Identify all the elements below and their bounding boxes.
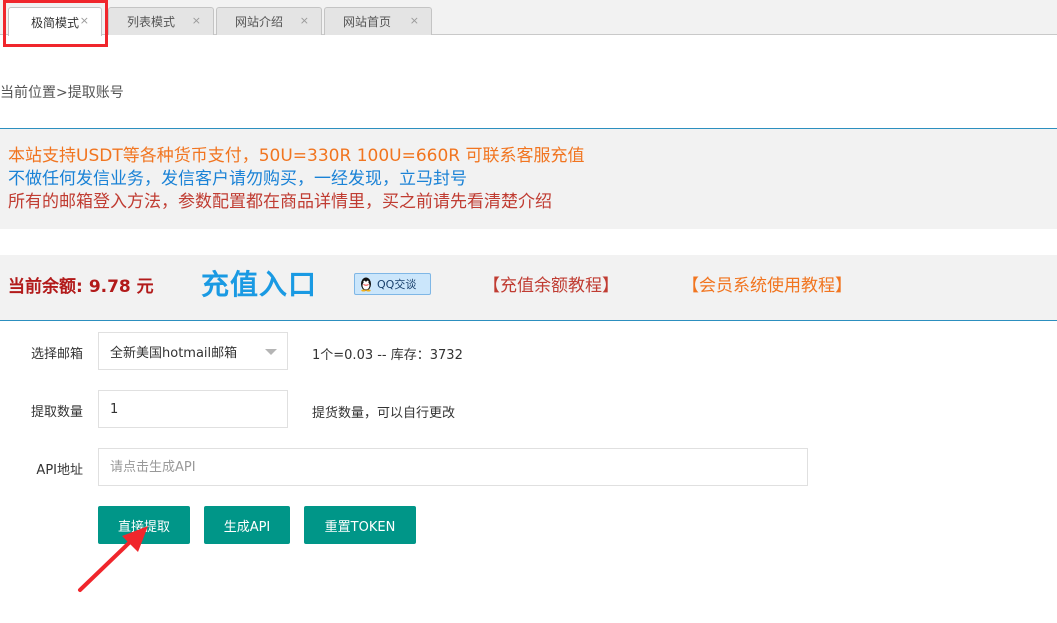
close-icon[interactable]: × <box>410 14 419 27</box>
notice-line-info: 所有的邮箱登入方法，参数配置都在商品详情里，买之前请先看清楚介绍 <box>8 192 552 212</box>
tab-label: 网站介绍 <box>235 15 284 29</box>
balance-bar: 当前余额: 9.78 元 充值入口 QQ交谈 【充值余额教程】 【会员系统使用教程… <box>0 255 1057 321</box>
api-address-input[interactable] <box>98 448 808 486</box>
quantity-hint: 提货数量，可以自行更改 <box>312 406 456 421</box>
tab-label: 极简模式 <box>31 15 80 30</box>
balance-label-text: 当前余额: <box>8 277 83 297</box>
stock-info: 1个=0.03 -- 库存：3732 <box>312 348 463 363</box>
email-select[interactable]: 全新美国hotmail邮箱 <box>98 332 288 370</box>
notice-box: 本站支持USDT等各种货币支付，50U=330R 100U=660R 可联系客服… <box>0 128 1057 229</box>
qq-label: QQ交谈 <box>377 278 417 291</box>
qq-chat-button[interactable]: QQ交谈 <box>354 273 431 295</box>
close-icon[interactable]: × <box>300 14 309 27</box>
tab-label: 网站首页 <box>343 15 392 29</box>
quantity-label: 提取数量 <box>30 405 83 420</box>
breadcrumb: 当前位置>提取账号 <box>0 85 124 101</box>
notice-line-warning: 不做任何发信业务，发信客户请勿购买，一经发现，立马封号 <box>8 169 467 189</box>
tab-site-home[interactable]: 网站首页 × <box>324 7 432 35</box>
member-tutorial-link[interactable]: 【会员系统使用教程】 <box>682 271 852 296</box>
email-select-label: 选择邮箱 <box>30 347 83 362</box>
tab-minimal-mode[interactable]: 极简模式 × <box>8 7 102 36</box>
tab-site-intro[interactable]: 网站介绍 × <box>216 7 322 35</box>
balance-label: 当前余额: 9.78 元 <box>8 272 154 297</box>
api-label: API地址 <box>36 463 83 478</box>
quantity-input[interactable] <box>98 390 288 428</box>
generate-api-button[interactable]: 生成API <box>204 506 290 544</box>
tab-label: 列表模式 <box>127 15 176 29</box>
reset-token-button[interactable]: 重置TOKEN <box>304 506 416 544</box>
qq-penguin-icon <box>361 277 371 292</box>
tab-bar: 极简模式 × 列表模式 × 网站介绍 × 网站首页 × <box>0 0 1057 36</box>
notice-line-payment: 本站支持USDT等各种货币支付，50U=330R 100U=660R 可联系客服… <box>8 146 585 166</box>
page: 极简模式 × 列表模式 × 网站介绍 × 网站首页 × 当前位置>提取账号 本站… <box>0 0 1057 623</box>
recharge-tutorial-link[interactable]: 【充值余额教程】 <box>483 271 619 296</box>
close-icon[interactable]: × <box>192 14 201 27</box>
red-arrow-annotation <box>78 526 148 592</box>
recharge-link[interactable]: 充值入口 <box>201 263 317 303</box>
close-icon[interactable]: × <box>80 14 89 27</box>
tab-list-mode[interactable]: 列表模式 × <box>108 7 214 35</box>
email-select-value: 全新美国hotmail邮箱 <box>110 345 238 361</box>
chevron-down-icon <box>265 349 277 355</box>
balance-amount: 9.78 元 <box>88 277 154 297</box>
